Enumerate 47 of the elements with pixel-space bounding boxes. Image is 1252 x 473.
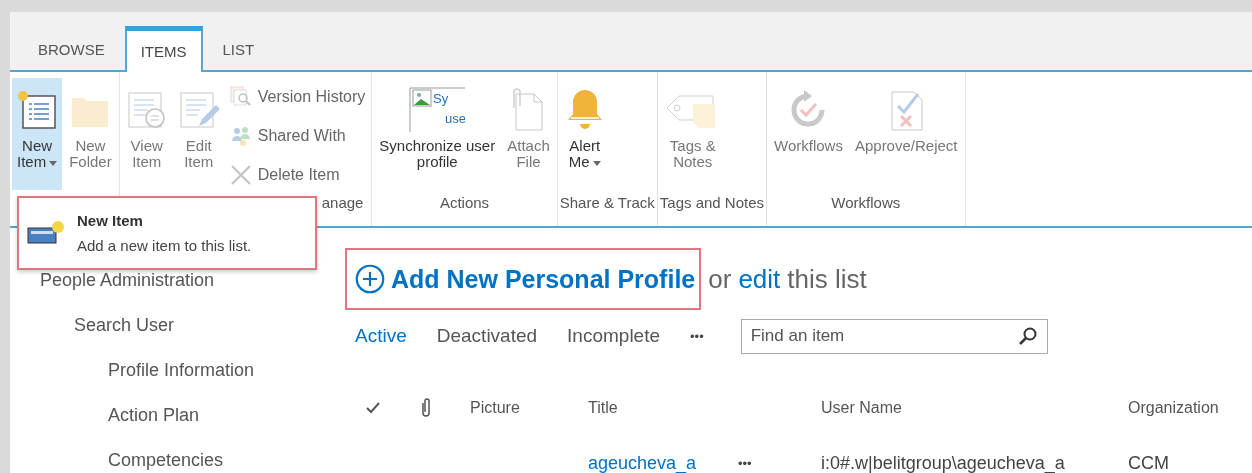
ribbon-tab[interactable]: BROWSE — [18, 26, 125, 72]
version-history-icon — [229, 85, 252, 108]
nav-link[interactable]: Search User — [74, 315, 175, 335]
people-icon — [229, 125, 252, 147]
document-view-icon — [126, 90, 167, 130]
group-label: Share & Track — [559, 194, 655, 211]
ribbon-tab[interactable]: ITEMS — [124, 26, 203, 72]
view-tab[interactable]: Active — [355, 325, 422, 347]
group-label: Workflows — [831, 194, 901, 211]
search-icon — [1017, 325, 1038, 346]
ribbon-button[interactable]: Sy use Synchronize user profile — [374, 78, 501, 190]
group-label: anage — [321, 194, 364, 211]
caret-icon — [592, 160, 601, 166]
heading-text: this list — [787, 263, 867, 295]
column-header[interactable]: Picture — [470, 399, 588, 417]
column-header[interactable]: Organization — [1128, 399, 1248, 417]
add-icon — [355, 264, 385, 294]
table-cell-text: CCM — [1128, 452, 1170, 473]
nav-link[interactable]: Competencies — [108, 450, 224, 470]
menu-item[interactable]: New Item Add a new item to this list. — [19, 198, 315, 268]
group-label: Actions — [439, 194, 490, 211]
ribbon-button[interactable]: New Item — [12, 78, 63, 190]
nav-link[interactable]: Action Plan — [108, 405, 200, 425]
column-header[interactable]: Title — [588, 399, 821, 417]
checkmark-icon — [365, 401, 381, 415]
view-tab[interactable]: Deactivated — [421, 325, 553, 347]
edit-link[interactable]: edit — [738, 263, 781, 295]
nav-link[interactable]: People Administration — [40, 270, 215, 290]
ribbon-tab[interactable]: LIST — [202, 26, 275, 72]
group-label: Tags and Notes — [659, 194, 765, 211]
column-header[interactable]: User Name — [821, 399, 1128, 417]
search-field[interactable]: Find an item — [740, 318, 1048, 354]
heading-text: or — [708, 263, 732, 295]
document-edit-icon — [178, 90, 219, 130]
table-cell-text: i:0#.w|belitgroup\ageucheva_a — [821, 452, 1066, 473]
nav-link[interactable]: Profile Information — [108, 360, 255, 380]
paperclip-icon — [420, 398, 432, 418]
caret-icon — [49, 160, 58, 166]
ribbon-button[interactable]: Alert Me — [559, 78, 610, 190]
item-menu-button[interactable]: ••• — [738, 455, 821, 471]
new-item-icon — [17, 90, 58, 130]
delete-icon — [229, 164, 252, 187]
add-new-link[interactable]: Add New Personal Profile — [345, 248, 702, 310]
view-tab[interactable]: Incomplete — [552, 325, 676, 347]
more-views-button[interactable]: ••• — [675, 328, 719, 344]
new-item-icon — [27, 220, 65, 246]
title-link[interactable]: ageucheva_a — [588, 452, 738, 473]
